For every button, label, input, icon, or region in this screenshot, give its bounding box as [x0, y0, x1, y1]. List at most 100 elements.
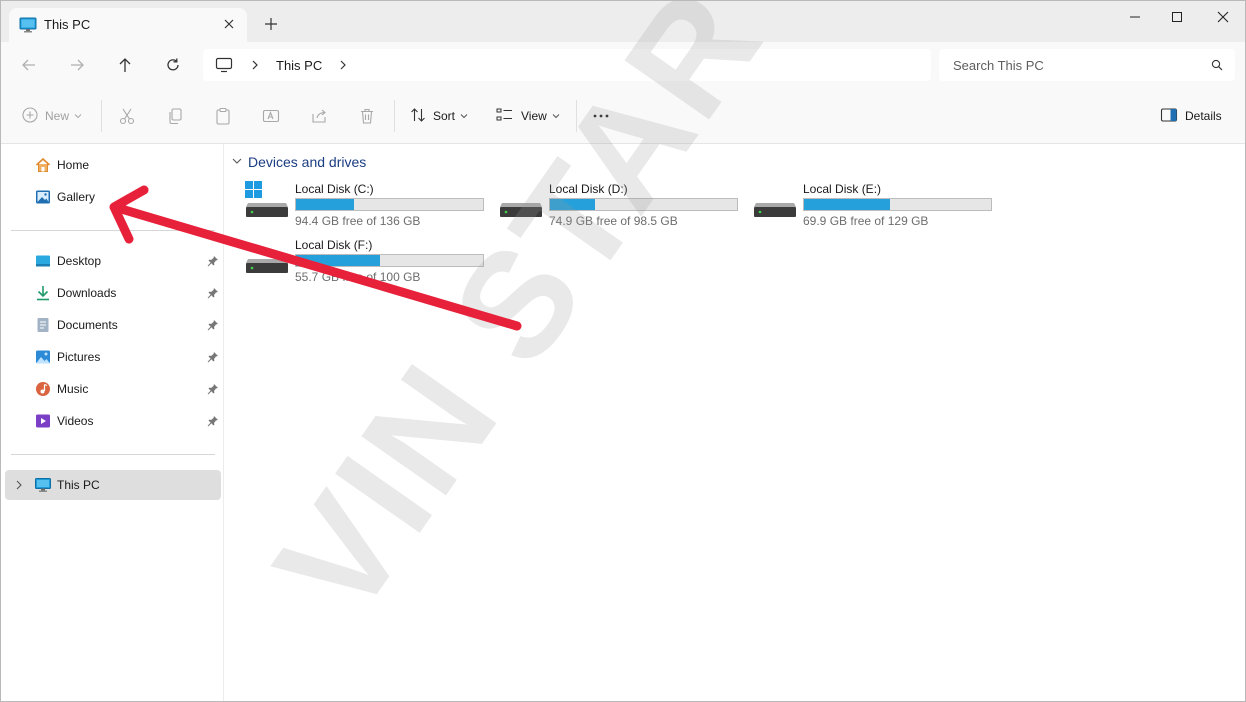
sidebar-divider [11, 230, 215, 231]
drive-usage-bar [295, 198, 484, 211]
plus-circle-icon [22, 106, 38, 126]
chevron-down-icon [74, 109, 82, 123]
drive-usage-fill [296, 255, 381, 266]
cut-icon[interactable] [118, 107, 136, 125]
new-label: New [45, 109, 70, 123]
sort-label: Sort [433, 109, 456, 123]
desktop-icon [35, 253, 51, 269]
drive-name: Local Disk (D:) [549, 182, 628, 196]
videos-icon [35, 413, 51, 429]
drive-usage-fill [804, 199, 891, 210]
view-label: View [521, 109, 547, 123]
pin-icon[interactable] [207, 255, 219, 270]
more-options-icon[interactable] [592, 107, 610, 125]
chevron-right-icon[interactable] [337, 59, 349, 74]
sort-button[interactable]: Sort [410, 107, 468, 125]
drive-icon [499, 181, 543, 221]
chevron-down-icon [460, 109, 468, 123]
sidebar-item-label: Videos [57, 414, 94, 428]
chevron-right-icon[interactable] [14, 479, 24, 494]
sidebar-item-desktop[interactable]: Desktop [5, 246, 221, 276]
breadcrumb-this-pc[interactable]: This PC [276, 58, 322, 73]
forward-icon[interactable] [68, 56, 86, 74]
sidebar-item-label: Desktop [57, 254, 102, 268]
pin-icon[interactable] [207, 383, 219, 398]
music-icon [35, 381, 51, 397]
drive-tile-d[interactable]: Local Disk (D:) 74.9 GB free of 98.5 GB [499, 181, 749, 233]
minimize-icon[interactable] [1127, 9, 1143, 25]
new-button[interactable]: New [22, 106, 82, 126]
tab-title: This PC [44, 17, 91, 32]
close-window-icon[interactable] [1215, 9, 1231, 25]
pictures-icon [35, 349, 51, 365]
sidebar-divider [11, 454, 215, 455]
chevron-right-icon[interactable] [249, 59, 261, 74]
details-pane-button[interactable]: Details [1160, 107, 1222, 125]
drive-free-space: 69.9 GB free of 129 GB [803, 214, 929, 228]
delete-icon[interactable] [358, 107, 376, 125]
view-button[interactable]: View [496, 107, 560, 125]
computer-icon [35, 477, 51, 493]
sidebar-item-this-pc[interactable]: This PC [5, 470, 221, 500]
content-pane: Devices and drives Local Disk (C:) 94.4 … [225, 144, 1245, 701]
toolbar-separator [576, 100, 577, 132]
sidebar-item-documents[interactable]: Documents [5, 310, 221, 340]
chevron-down-icon [552, 109, 560, 123]
sidebar-item-label: This PC [57, 478, 100, 492]
drive-usage-fill [550, 199, 595, 210]
drive-free-space: 55.7 GB free of 100 GB [295, 270, 421, 284]
drive-usage-fill [296, 199, 354, 210]
copy-icon[interactable] [166, 107, 184, 125]
home-icon [35, 157, 51, 173]
group-header-devices[interactable]: Devices and drives [231, 154, 366, 170]
details-label: Details [1185, 109, 1222, 123]
paste-icon[interactable] [214, 107, 232, 125]
sidebar-item-music[interactable]: Music [5, 374, 221, 404]
drive-tile-c[interactable]: Local Disk (C:) 94.4 GB free of 136 GB [245, 181, 495, 233]
command-bar: New Sort View Details [1, 88, 1245, 144]
back-icon[interactable] [20, 56, 38, 74]
address-bar[interactable]: This PC [203, 49, 931, 81]
sidebar-item-videos[interactable]: Videos [5, 406, 221, 436]
search-icon[interactable] [1211, 59, 1223, 74]
documents-icon [35, 317, 51, 333]
drive-tile-e[interactable]: Local Disk (E:) 69.9 GB free of 129 GB [753, 181, 1003, 233]
toolbar-separator [101, 100, 102, 132]
maximize-icon[interactable] [1169, 9, 1185, 25]
navigation-bar: This PC Search This PC [1, 42, 1245, 88]
drive-icon [245, 237, 289, 277]
rename-icon[interactable] [262, 107, 280, 125]
up-icon[interactable] [116, 56, 134, 74]
sidebar-item-gallery[interactable]: Gallery [5, 182, 221, 212]
pin-icon[interactable] [207, 319, 219, 334]
gallery-icon [35, 189, 51, 205]
sidebar-item-label: Gallery [57, 190, 96, 204]
new-tab-icon[interactable] [263, 16, 279, 32]
computer-outline-icon [215, 57, 233, 76]
sidebar-item-downloads[interactable]: Downloads [5, 278, 221, 308]
view-list-icon [496, 107, 514, 126]
sort-icon [410, 107, 426, 126]
computer-icon [19, 17, 37, 36]
chevron-down-icon[interactable] [231, 155, 243, 170]
search-placeholder: Search This PC [953, 58, 1044, 73]
pin-icon[interactable] [207, 415, 219, 430]
share-icon[interactable] [310, 107, 328, 125]
drive-tile-f[interactable]: Local Disk (F:) 55.7 GB free of 100 GB [245, 237, 495, 289]
sidebar-item-home[interactable]: Home [5, 150, 221, 180]
sidebar-item-pictures[interactable]: Pictures [5, 342, 221, 372]
pin-icon[interactable] [207, 351, 219, 366]
drive-icon [753, 181, 797, 221]
sidebar-item-label: Downloads [57, 286, 117, 300]
drive-usage-bar [549, 198, 738, 211]
refresh-icon[interactable] [164, 56, 182, 74]
tab-this-pc[interactable]: This PC [9, 8, 247, 42]
downloads-icon [35, 285, 51, 301]
pin-icon[interactable] [207, 287, 219, 302]
close-tab-icon[interactable] [221, 16, 237, 32]
search-box[interactable]: Search This PC [939, 49, 1235, 81]
drive-usage-bar [295, 254, 484, 267]
group-title: Devices and drives [248, 154, 367, 170]
drive-free-space: 94.4 GB free of 136 GB [295, 214, 421, 228]
toolbar-separator [394, 100, 395, 132]
